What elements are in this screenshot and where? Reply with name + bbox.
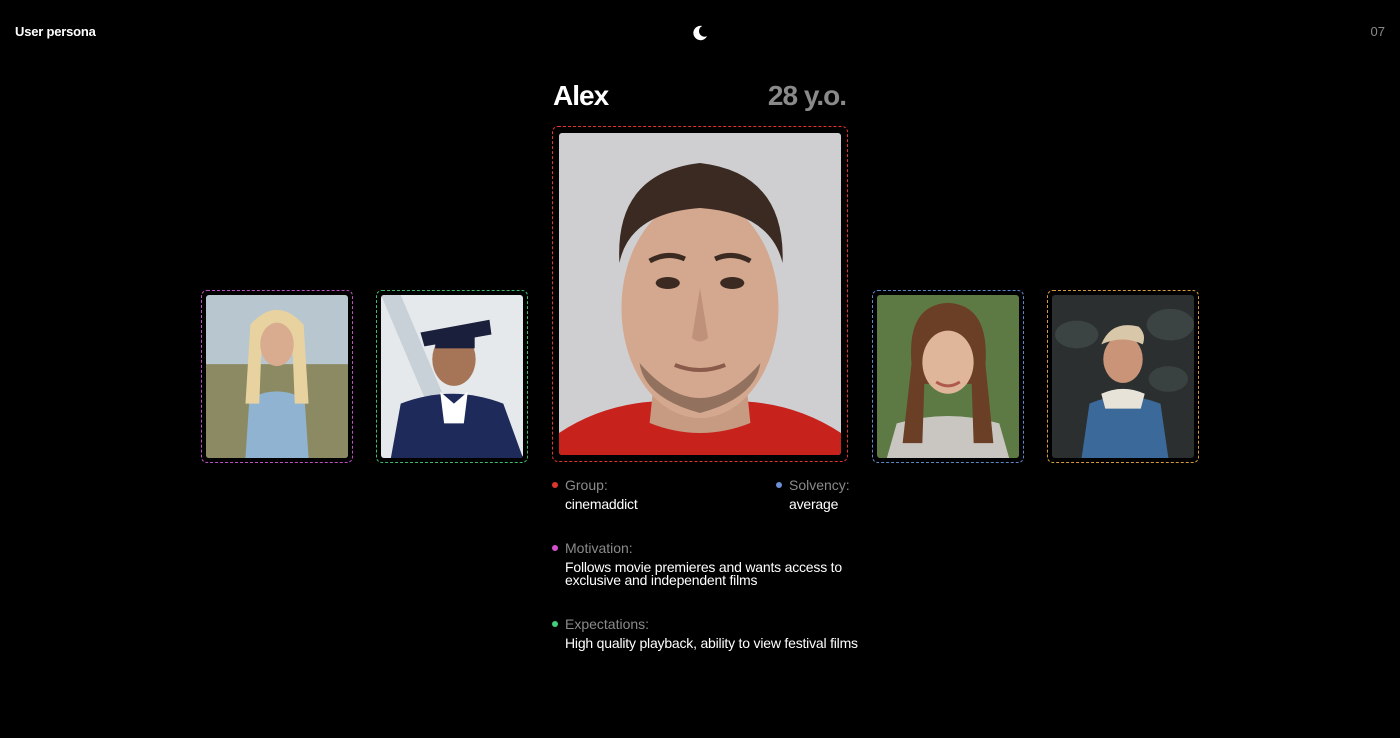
thumbnail-photo: [877, 295, 1019, 458]
expectations-bullet: [552, 621, 558, 627]
motivation-value: Follows movie premieres and wants access…: [565, 559, 842, 588]
motivation-label: Motivation:: [565, 540, 633, 556]
group-value: cinemaddict: [565, 496, 638, 512]
avatar-woman-blonde-icon: [206, 295, 348, 458]
avatar-graduate-icon: [381, 295, 523, 458]
page-number: 07: [1370, 24, 1385, 39]
page-title: User persona: [15, 24, 96, 39]
avatar-man-portrait-icon: [559, 133, 841, 455]
avatar-man-denim-icon: [1052, 295, 1194, 458]
motivation-bullet: [552, 545, 558, 551]
persona-thumbnail-1[interactable]: [201, 290, 353, 463]
persona-photo: [559, 133, 841, 455]
expectations-label: Expectations:: [565, 616, 650, 632]
expectations-detail: Expectations: High quality playback, abi…: [552, 616, 872, 650]
solvency-bullet: [776, 482, 782, 488]
thumbnail-photo: [381, 295, 523, 458]
persona-age: 28 y.o.: [767, 80, 847, 111]
persona-thumbnail-2[interactable]: [376, 290, 528, 463]
thumbnail-photo: [1052, 295, 1194, 458]
solvency-value: average: [789, 496, 839, 512]
solvency-label: Solvency:: [789, 477, 850, 493]
persona-thumbnail-3[interactable]: [872, 290, 1024, 463]
expectations-value: High quality playback, ability to view f…: [565, 635, 858, 651]
solvency-detail: Solvency: average: [776, 477, 850, 511]
persona-thumbnail-4[interactable]: [1047, 290, 1199, 463]
group-bullet: [552, 482, 558, 488]
moon-icon[interactable]: [691, 24, 709, 42]
avatar-woman-brunette-icon: [877, 295, 1019, 458]
group-label: Group:: [565, 477, 608, 493]
thumbnail-photo: [206, 295, 348, 458]
motivation-detail: Motivation: Follows movie premieres and …: [552, 540, 852, 587]
group-detail: Group: cinemaddict: [552, 477, 638, 511]
persona-name: Alex: [553, 80, 609, 111]
persona-photo-card[interactable]: [552, 126, 848, 462]
persona-page: User persona 07 Alex 28 y.o. Group: cine…: [0, 0, 1400, 738]
